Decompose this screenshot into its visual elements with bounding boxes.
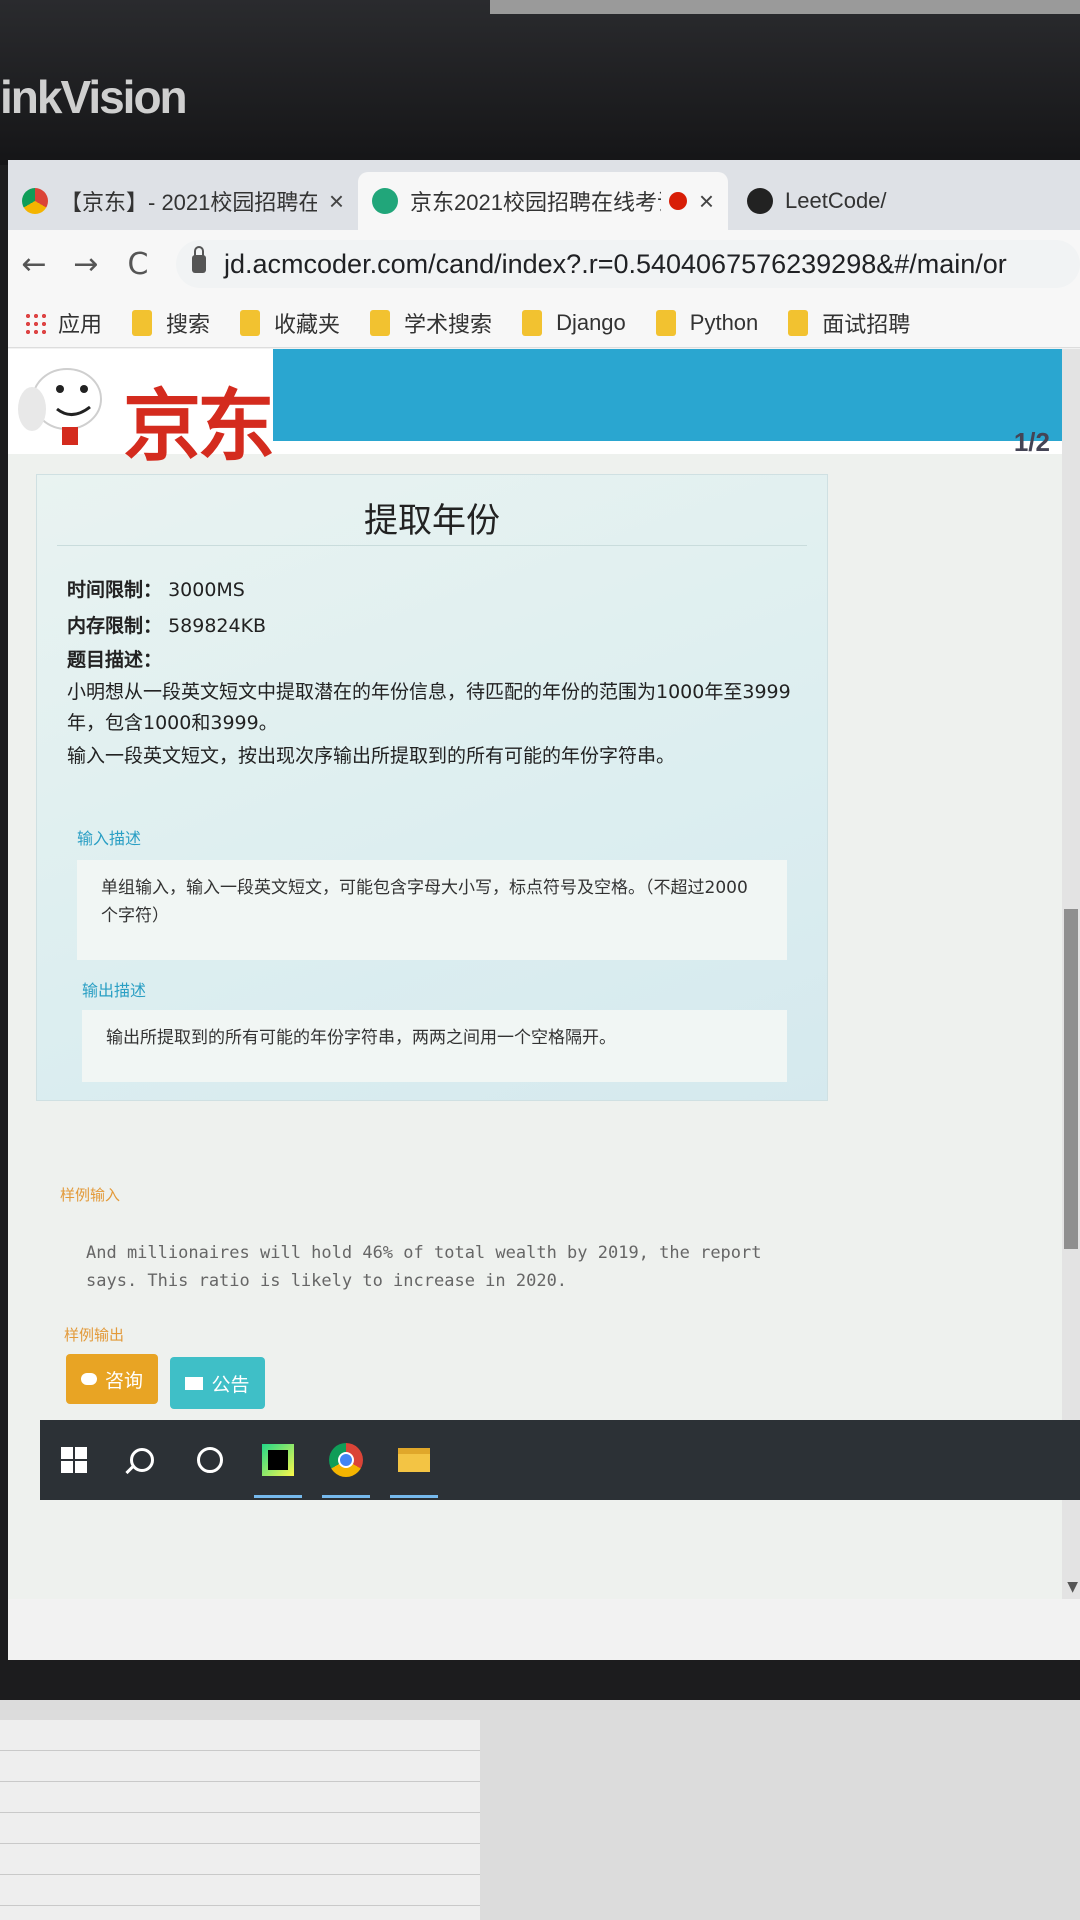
search-icon [130,1448,154,1472]
bookmark-label: 搜索 [166,311,211,337]
input-desc-box: 单组输入，输入一段英文短文，可能包含字母大小写，标点符号及空格。（不超过2000… [77,860,787,960]
taskbar-chrome[interactable] [312,1420,380,1500]
memory-limit-value: 589824KB [168,615,267,637]
notice-button[interactable]: 公告 [170,1357,265,1409]
bookmark-label: Python [689,309,759,335]
taskbar-explorer[interactable] [380,1420,448,1500]
tab-title: 【京东】- 2021校园招聘在线考 [60,190,317,215]
scroll-down-arrow-icon[interactable]: ▼ [1067,1579,1078,1595]
tab-close-icon[interactable]: × [329,186,344,217]
recording-indicator-icon [668,192,687,210]
problem-title: 提取年份 [364,501,500,541]
divider [57,545,807,546]
memory-limit-label: 内存限制： [67,615,163,637]
tab-jd-exam[interactable]: 京东2021校园招聘在线考试 × [358,172,728,230]
envelope-icon [185,1376,204,1390]
windows-taskbar [40,1420,1080,1500]
output-desc-box: 输出所提取到的所有可能的年份字符串，两两之间用一个空格隔开。 [82,1010,787,1082]
folder-icon [132,309,153,336]
consult-button[interactable]: 咨询 [66,1354,158,1404]
bookmark-interview[interactable]: 面试招聘 [788,307,910,339]
input-desc-label: 输入描述 [77,829,142,848]
page-scrollbar[interactable]: ▼ [1062,349,1080,1599]
bookmark-label: Django [556,309,626,335]
bookmark-search[interactable]: 搜索 [132,307,210,339]
url-input[interactable]: jd.acmcoder.com/cand/index?.r=0.54040675… [176,240,1080,288]
monitor-brand: inkVision [0,71,188,123]
forward-button[interactable]: → [60,247,112,282]
paper-sheet [0,1720,480,1920]
bookmark-apps[interactable]: 应用 [24,307,102,339]
consult-label: 咨询 [104,1369,143,1392]
bookmark-label: 面试招聘 [822,311,911,337]
notice-label: 公告 [211,1373,250,1396]
apps-grid-icon [24,311,46,334]
problem-description: 小明想从一段英文短文中提取潜在的年份信息，待匹配的年份的范围为1000年至399… [67,681,791,734]
bookmark-label: 学术搜索 [404,311,493,337]
problem-card: 提取年份 时间限制： 3000MS 内存限制： 589824KB 题目描述： 小… [36,474,828,1101]
cortana-icon [197,1447,223,1473]
exam-favicon-icon [372,188,398,214]
sample-input-label: 样例输入 [60,1186,121,1204]
bookmark-python[interactable]: Python [655,309,759,336]
tab-close-icon[interactable]: × [699,186,714,217]
folder-icon [788,309,809,336]
jd-logo-text: 京东 [123,382,275,472]
scrollbar-thumb[interactable] [1064,909,1078,1249]
folder-icon [522,309,543,336]
folder-icon [655,309,676,336]
monitor-bezel: inkVision [0,0,1080,165]
bookmarks-bar: 应用 搜索 收藏夹 学术搜索 Django Python 面试招聘 [8,298,1080,348]
taskbar-search[interactable] [108,1420,176,1500]
start-button[interactable] [40,1420,108,1500]
sample-input-code: And millionaires will hold 46% of total … [86,1243,762,1291]
jd-header: 京东 [8,349,1080,472]
bookmark-scholar[interactable]: 学术搜索 [370,307,492,339]
folder-icon [398,1448,430,1472]
tab-jd-recruit[interactable]: 【京东】- 2021校园招聘在线考 × [8,172,358,230]
time-limit-value: 3000MS [168,579,245,601]
address-bar-row: ← → C jd.acmcoder.com/cand/index?.r=0.54… [8,230,1080,298]
tab-bar: 【京东】- 2021校园招聘在线考 × 京东2021校园招聘在线考试 × Lee… [8,160,1080,230]
chrome-favicon-icon [22,188,48,214]
taskbar-pycharm[interactable] [244,1420,312,1500]
tab-title: 京东2021校园招聘在线考试 [410,190,661,215]
tab-leetcode[interactable]: LeetCode/ [733,172,1080,230]
back-button[interactable]: ← [8,247,60,282]
sample-output-label: 样例输出 [64,1326,125,1344]
memory-limit: 内存限制： 589824KB [67,611,266,638]
jd-mascot-icon [18,368,102,445]
tab-title: LeetCode/ [785,188,887,213]
time-limit: 时间限制： 3000MS [67,575,245,602]
url-text: jd.acmcoder.com/cand/index?.r=0.54040675… [224,248,1007,279]
folder-icon [370,309,391,336]
chrome-icon [329,1443,363,1477]
page-fraction: 1/2 [1013,427,1050,457]
taskbar-cortana[interactable] [176,1420,244,1500]
desc-label: 题目描述： [67,649,163,671]
lock-icon [192,246,206,273]
background-strip [490,0,1080,14]
problem-description-2: 输入一段英文短文，按出现次序输出所提取到的所有可能的年份字符串。 [67,745,676,767]
bookmark-label: 收藏夹 [274,311,341,337]
windows-logo-icon [61,1447,87,1473]
bookmark-favorites[interactable]: 收藏夹 [240,307,340,339]
reload-button[interactable]: C [112,247,164,282]
header-banner [273,349,1080,441]
time-limit-label: 时间限制： [67,579,163,601]
pycharm-icon [262,1444,294,1476]
chat-icon [80,1373,97,1385]
bookmark-django[interactable]: Django [522,309,626,336]
bookmark-label: 应用 [58,311,103,337]
folder-icon [240,309,261,336]
output-desc-label: 输出描述 [82,981,147,1000]
page-content: 京东 1/2 提取年份 时间限制： 3000MS 内存限制： 589824KB … [8,349,1080,1599]
github-favicon-icon [747,188,773,214]
